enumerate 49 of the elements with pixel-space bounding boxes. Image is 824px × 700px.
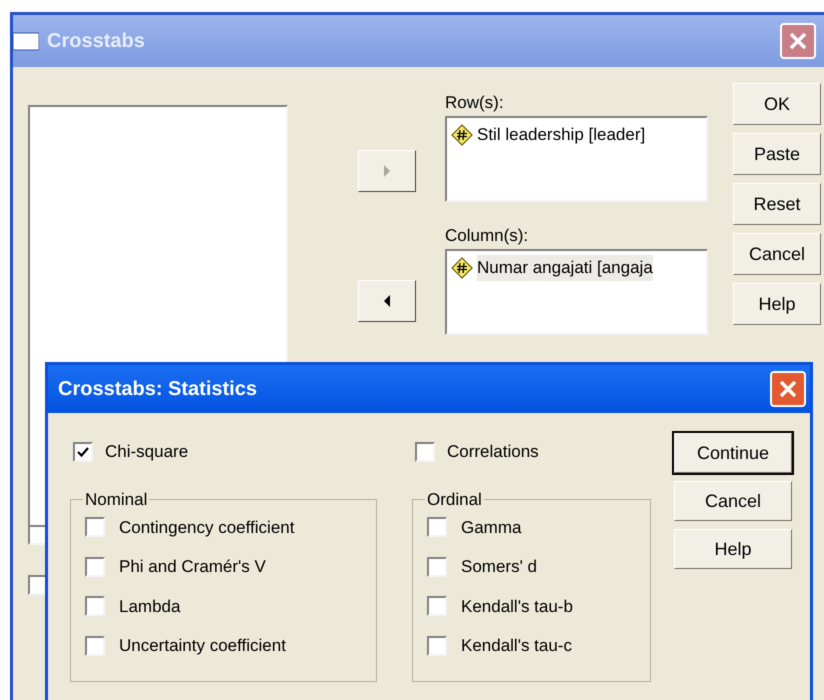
option-label: Chi-square bbox=[105, 441, 188, 463]
checkmark-icon bbox=[77, 446, 89, 458]
dialog-button[interactable]: Reset bbox=[733, 183, 821, 225]
option-label: Somers' d bbox=[461, 556, 537, 578]
dialog-button[interactable]: Help bbox=[674, 529, 792, 569]
group-title: Nominal bbox=[84, 489, 148, 511]
variable-icon bbox=[451, 124, 473, 146]
checkbox[interactable] bbox=[85, 596, 105, 616]
option-label: Contingency coefficient bbox=[119, 516, 294, 538]
close-icon bbox=[779, 380, 797, 398]
checkbox[interactable] bbox=[415, 442, 435, 462]
option-label: Lambda bbox=[119, 596, 180, 618]
checkbox[interactable] bbox=[85, 556, 105, 577]
checkbox[interactable] bbox=[73, 442, 93, 462]
checkbox[interactable] bbox=[427, 517, 447, 538]
target-variable-list[interactable]: Numar angajati [angaja bbox=[445, 249, 708, 335]
option-label: Kendall's tau-b bbox=[461, 596, 573, 618]
option-label: Gamma bbox=[461, 516, 522, 538]
target-variable-list[interactable]: Stil leadership [leader] bbox=[445, 116, 708, 202]
option-label: Correlations bbox=[447, 441, 539, 463]
right-arrow-icon bbox=[382, 164, 390, 178]
dialog-title: Crosstabs: Statistics bbox=[58, 377, 257, 402]
window-icon bbox=[13, 31, 39, 51]
option-label: Phi and Cramér's V bbox=[119, 556, 266, 578]
option-label: Uncertainty coefficient bbox=[119, 635, 286, 657]
checkbox[interactable] bbox=[85, 517, 105, 538]
checkbox[interactable] bbox=[85, 636, 105, 656]
checkbox[interactable] bbox=[427, 556, 447, 577]
checkbox[interactable] bbox=[427, 596, 447, 616]
option-label: Kendall's tau-c bbox=[461, 635, 572, 657]
left-arrow-icon bbox=[382, 294, 390, 308]
move-button[interactable] bbox=[358, 280, 416, 322]
variable-icon bbox=[451, 256, 473, 279]
dialog-button[interactable]: Continue bbox=[674, 433, 792, 473]
close-button[interactable] bbox=[770, 371, 806, 407]
dialog-button[interactable]: Paste bbox=[733, 133, 821, 175]
close-icon bbox=[789, 32, 807, 50]
variable-item[interactable]: Numar angajati [angaja bbox=[477, 255, 653, 280]
window-title: Crosstabs bbox=[47, 29, 145, 54]
dialog-button[interactable]: Cancel bbox=[674, 481, 792, 521]
variable-item[interactable]: Stil leadership [leader] bbox=[477, 122, 646, 148]
dialog-button[interactable]: Cancel bbox=[733, 233, 821, 275]
dialog-button[interactable]: OK bbox=[733, 83, 821, 125]
list-label: Row(s): bbox=[445, 93, 505, 113]
list-label: Column(s): bbox=[445, 226, 530, 246]
group-title: Ordinal bbox=[426, 489, 483, 511]
dialog-button[interactable]: Help bbox=[733, 283, 821, 325]
close-button[interactable] bbox=[780, 23, 816, 59]
checkbox[interactable] bbox=[427, 636, 447, 656]
